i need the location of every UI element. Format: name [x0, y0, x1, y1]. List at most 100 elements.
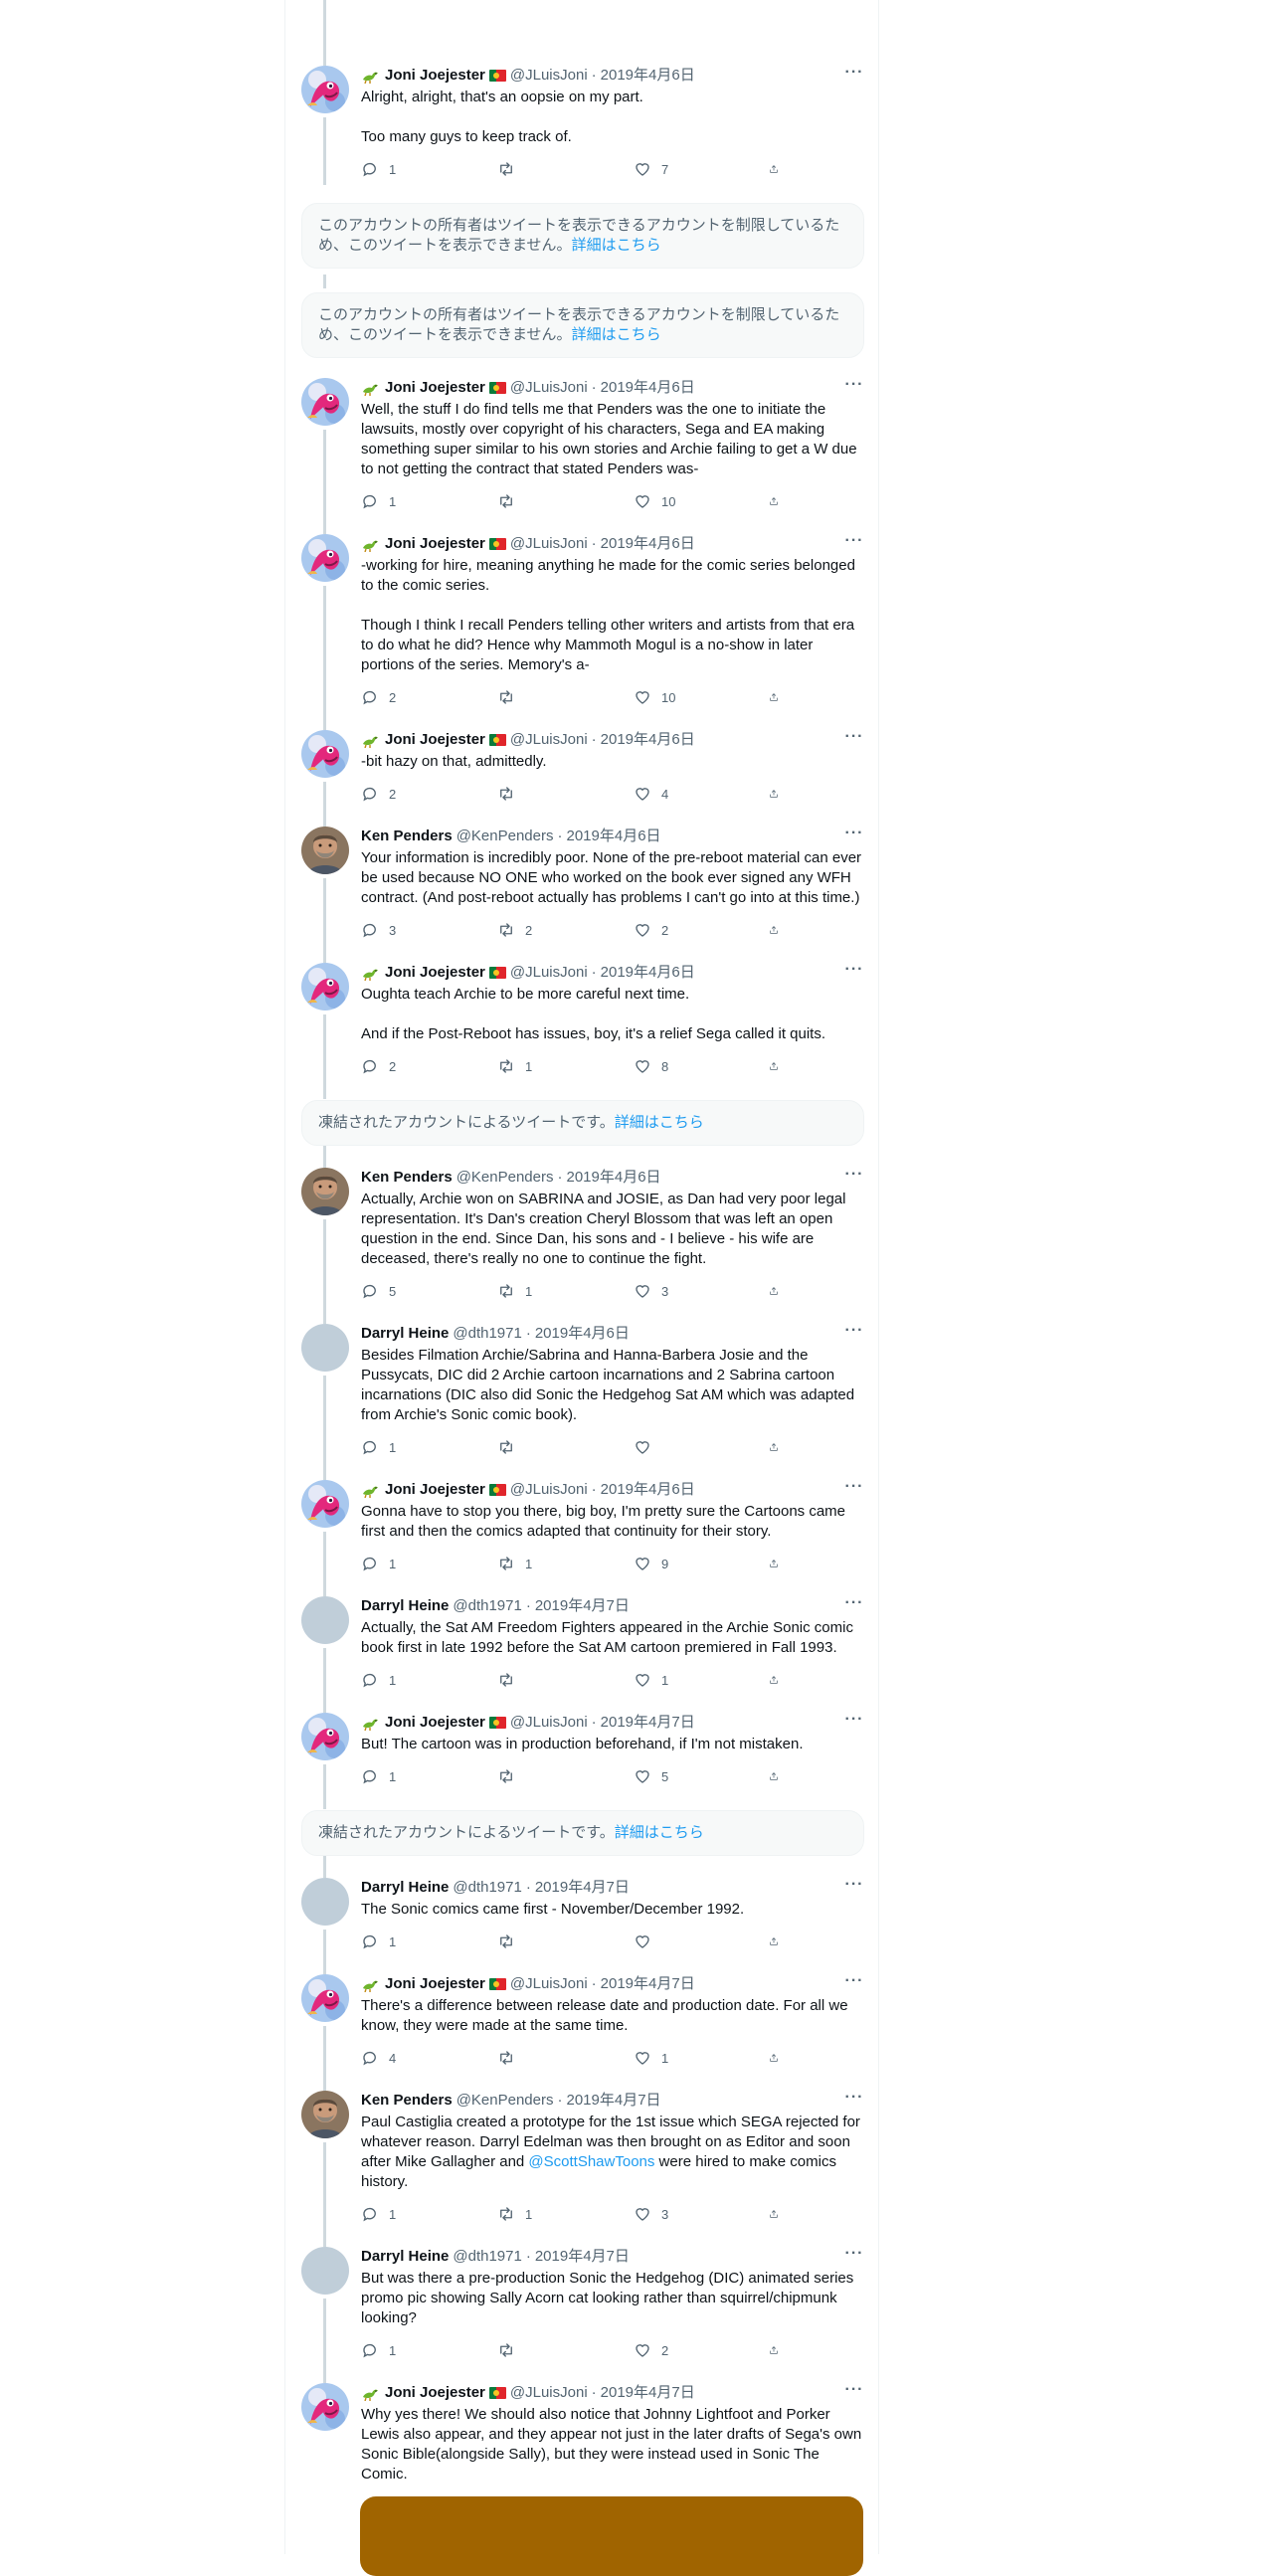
- more-options-icon[interactable]: ···: [844, 1712, 864, 1733]
- avatar[interactable]: [301, 730, 349, 778]
- like-button[interactable]: [634, 1932, 769, 1951]
- learn-more-link[interactable]: 詳細はこちら: [572, 237, 661, 254]
- more-options-icon[interactable]: ···: [844, 826, 864, 846]
- avatar[interactable]: [301, 1713, 349, 1760]
- learn-more-link[interactable]: 詳細はこちら: [615, 1114, 704, 1131]
- like-button[interactable]: 4: [634, 784, 769, 804]
- display-name[interactable]: Ken Penders: [361, 2091, 453, 2111]
- retweet-button[interactable]: [497, 1766, 634, 1786]
- share-button[interactable]: [769, 1670, 789, 1690]
- tweet[interactable]: Darryl Heine @dth1971 · 2019年4月7日 ··· The Son…: [285, 1856, 880, 1974]
- tweet[interactable]: Joni Joejester @JLuisJoni · 2019年4月6日 ··· Gon…: [285, 1479, 880, 1596]
- tweet-date[interactable]: 2019年4月7日: [535, 1878, 630, 1898]
- avatar[interactable]: [301, 534, 349, 582]
- tweet[interactable]: Ken Penders @KenPenders · 2019年4月6日 ··· Your …: [285, 826, 880, 963]
- tweet[interactable]: Joni Joejester @JLuisJoni · 2019年4月6日 ··· -wo…: [285, 533, 880, 730]
- tweet-date[interactable]: 2019年4月6日: [535, 1324, 630, 1344]
- reply-button[interactable]: 2: [361, 784, 497, 804]
- like-button[interactable]: 3: [634, 1281, 769, 1301]
- tweet-date[interactable]: 2019年4月6日: [601, 730, 695, 750]
- more-options-icon[interactable]: ···: [844, 533, 864, 554]
- display-name[interactable]: Ken Penders: [361, 827, 453, 846]
- more-options-icon[interactable]: ···: [844, 2382, 864, 2403]
- share-button[interactable]: [769, 159, 789, 179]
- like-button[interactable]: 5: [634, 1766, 769, 1786]
- reply-button[interactable]: 1: [361, 1437, 497, 1457]
- reply-button[interactable]: 3: [361, 920, 497, 940]
- tweet-date[interactable]: 2019年4月7日: [535, 2247, 630, 2267]
- avatar[interactable]: [301, 963, 349, 1011]
- reply-button[interactable]: 1: [361, 1554, 497, 1573]
- tweet[interactable]: Joni Joejester @JLuisJoni · 2019年4月6日 ··· Wel…: [285, 377, 880, 534]
- like-button[interactable]: 7: [634, 159, 769, 179]
- reply-button[interactable]: 2: [361, 1056, 497, 1076]
- retweet-button[interactable]: [497, 491, 634, 511]
- share-button[interactable]: [769, 1932, 789, 1951]
- like-button[interactable]: 1: [634, 1670, 769, 1690]
- like-button[interactable]: 10: [634, 687, 769, 707]
- share-button[interactable]: [769, 1766, 789, 1786]
- retweet-button[interactable]: [497, 1932, 634, 1951]
- share-button[interactable]: [769, 784, 789, 804]
- reply-button[interactable]: 1: [361, 2340, 497, 2360]
- tweet[interactable]: Ken Penders @KenPenders · 2019年4月7日 ··· Paul …: [285, 2090, 880, 2247]
- learn-more-link[interactable]: 詳細はこちら: [572, 326, 661, 343]
- avatar[interactable]: [301, 1974, 349, 2022]
- retweet-button[interactable]: 1: [497, 1056, 634, 1076]
- user-handle[interactable]: @dth1971: [453, 2247, 521, 2267]
- retweet-button[interactable]: [497, 2340, 634, 2360]
- avatar[interactable]: [301, 1480, 349, 1528]
- retweet-button[interactable]: [497, 1670, 634, 1690]
- retweet-button[interactable]: 1: [497, 2204, 634, 2224]
- share-button[interactable]: [769, 2048, 789, 2068]
- tweet-date[interactable]: 2019年4月6日: [601, 534, 695, 554]
- tweet[interactable]: Darryl Heine @dth1971 · 2019年4月6日 ··· Besides…: [285, 1323, 880, 1480]
- reply-button[interactable]: 1: [361, 1932, 497, 1951]
- display-name[interactable]: Joni Joejester: [385, 534, 485, 554]
- avatar[interactable]: [301, 2383, 349, 2431]
- tweet-date[interactable]: 2019年4月7日: [535, 1596, 630, 1616]
- tweet[interactable]: Joni Joejester @JLuisJoni · 2019年4月6日 ··· Al…: [285, 65, 880, 185]
- tweet[interactable]: Joni Joejester @JLuisJoni · 2019年4月7日 ··· The…: [285, 1973, 880, 2091]
- more-options-icon[interactable]: ···: [844, 1479, 864, 1500]
- display-name[interactable]: Ken Penders: [361, 1168, 453, 1188]
- tweet-date[interactable]: 2019年4月6日: [567, 1168, 661, 1188]
- tweet[interactable]: Joni Joejester @JLuisJoni · 2019年4月7日 ··· But…: [285, 1712, 880, 1809]
- tweet-date[interactable]: 2019年4月6日: [601, 1480, 695, 1500]
- like-button[interactable]: 9: [634, 1554, 769, 1573]
- tweet-date[interactable]: 2019年4月7日: [601, 1974, 695, 1994]
- user-handle[interactable]: @JLuisJoni: [510, 963, 588, 983]
- reply-button[interactable]: 1: [361, 159, 497, 179]
- share-button[interactable]: [769, 2340, 789, 2360]
- avatar[interactable]: [301, 827, 349, 874]
- display-name[interactable]: Joni Joejester: [385, 730, 485, 750]
- share-button[interactable]: [769, 1056, 789, 1076]
- avatar[interactable]: [301, 378, 349, 426]
- more-options-icon[interactable]: ···: [844, 1877, 864, 1898]
- display-name[interactable]: Joni Joejester: [385, 1974, 485, 1994]
- display-name[interactable]: Joni Joejester: [385, 66, 485, 86]
- avatar[interactable]: [301, 1324, 349, 1372]
- retweet-button[interactable]: [497, 784, 634, 804]
- share-button[interactable]: [769, 1281, 789, 1301]
- more-options-icon[interactable]: ···: [844, 1973, 864, 1994]
- retweet-button[interactable]: [497, 2048, 634, 2068]
- share-button[interactable]: [769, 1554, 789, 1573]
- user-handle[interactable]: @JLuisJoni: [510, 1974, 588, 1994]
- reply-button[interactable]: 5: [361, 1281, 497, 1301]
- user-handle[interactable]: @JLuisJoni: [510, 730, 588, 750]
- retweet-button[interactable]: 1: [497, 1281, 634, 1301]
- share-button[interactable]: [769, 920, 789, 940]
- more-options-icon[interactable]: ···: [844, 65, 864, 86]
- tweet-media-image[interactable]: [360, 2496, 863, 2576]
- reply-button[interactable]: 1: [361, 1766, 497, 1786]
- like-button[interactable]: 10: [634, 491, 769, 511]
- like-button[interactable]: 1: [634, 2048, 769, 2068]
- avatar[interactable]: [301, 1596, 349, 1644]
- display-name[interactable]: Joni Joejester: [385, 378, 485, 398]
- retweet-button[interactable]: [497, 687, 634, 707]
- learn-more-link[interactable]: 詳細はこちら: [615, 1824, 704, 1841]
- user-handle[interactable]: @dth1971: [453, 1878, 521, 1898]
- tweet-date[interactable]: 2019年4月7日: [601, 2383, 695, 2403]
- tweet-date[interactable]: 2019年4月6日: [601, 66, 695, 86]
